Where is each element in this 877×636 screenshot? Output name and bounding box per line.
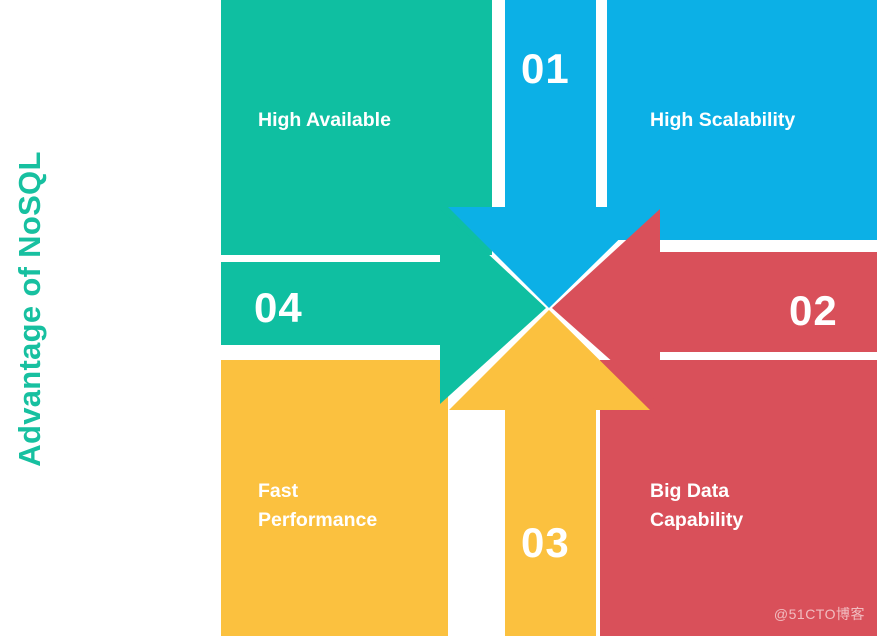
quadrant-block-top-right[interactable]	[607, 0, 877, 240]
quadrant-block-top-left[interactable]	[221, 0, 492, 255]
quadrant-block-bottom-left[interactable]	[221, 360, 448, 636]
infographic-canvas: Advantage of NoSQL High Available High S…	[0, 0, 877, 636]
converging-arrows-diagram	[221, 0, 877, 636]
quadrant-block-bottom-right[interactable]	[600, 360, 877, 636]
